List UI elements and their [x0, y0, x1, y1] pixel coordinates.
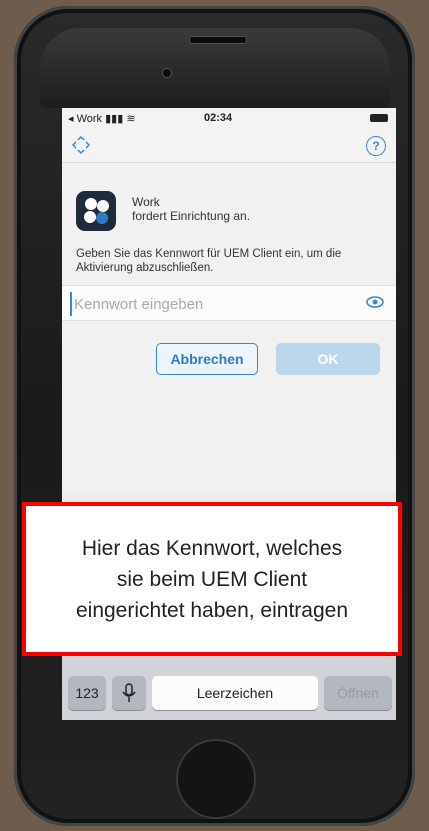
eye-icon[interactable]	[366, 296, 384, 308]
battery-icon	[370, 114, 388, 122]
status-back-label[interactable]: ◂ Work	[68, 113, 102, 125]
status-bar: ◂ Work ▮▮▮ ≋ 02:34	[62, 108, 396, 128]
setup-dialog: Work fordert Einrichtung an. Geben Sie d…	[62, 163, 396, 493]
status-back-app[interactable]: ◂ Work ▮▮▮ ≋	[68, 112, 136, 125]
work-app-icon	[76, 191, 116, 231]
callout-line-2: sie beim UEM Client	[116, 567, 308, 591]
microphone-key[interactable]	[112, 676, 146, 710]
ok-button[interactable]: OK	[276, 343, 380, 375]
instruction-callout: Hier das Kennwort, welches sie beim UEM …	[22, 502, 402, 656]
request-text: fordert Einrichtung an.	[132, 209, 251, 223]
space-key[interactable]: Leerzeichen	[152, 676, 318, 710]
password-field	[62, 285, 396, 321]
status-time: 02:34	[204, 112, 233, 124]
front-camera	[162, 68, 172, 78]
callout-line-3: eingerichtet haben, eintragen	[75, 598, 349, 622]
cancel-button[interactable]: Abbrechen	[156, 343, 258, 375]
numbers-key[interactable]: 123	[68, 676, 106, 710]
callout-line-1: Hier das Kennwort, welches	[81, 536, 343, 560]
microphone-icon	[122, 683, 136, 702]
wifi-icon: ≋	[126, 113, 136, 125]
navigation-bar: ?	[62, 128, 396, 163]
home-button[interactable]	[176, 739, 256, 819]
help-icon[interactable]: ?	[366, 136, 386, 156]
password-input[interactable]	[70, 292, 346, 316]
return-key[interactable]: Öffnen	[324, 676, 392, 710]
instruction-text: Geben Sie das Kennwort für UEM Client ei…	[76, 248, 342, 274]
diamond-arrows-icon[interactable]	[70, 134, 92, 156]
earpiece-speaker	[189, 36, 247, 44]
signal-icon: ▮▮▮	[105, 113, 124, 125]
app-name: Work	[132, 195, 160, 209]
